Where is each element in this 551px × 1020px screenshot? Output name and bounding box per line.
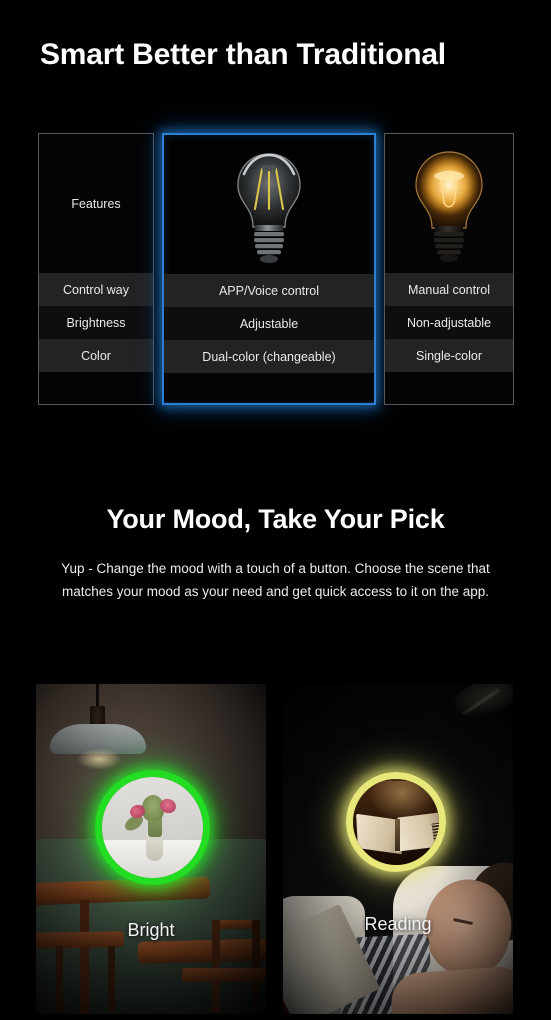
smart-cell-control-way: APP/Voice control [164,274,374,307]
scene-label-reading: Reading [364,914,432,934]
traditional-cell-color: Single-color [385,339,513,372]
comparison-column-smart-bulb[interactable]: APP/Voice control Adjustable Dual-color … [162,133,376,405]
flowers-in-vase-thumbnail [102,777,203,878]
row-label-color: Color [39,339,153,372]
compare-section-heading: Smart Better than Traditional [40,38,446,71]
product-detail-page: Smart Better than Traditional Features C… [0,0,551,1020]
scene-card-bright[interactable]: Bright [36,684,266,1014]
reading-scene-ring[interactable] [346,772,446,872]
traditional-cell-brightness: Non-adjustable [385,306,513,339]
incandescent-bulb-icon [404,145,494,263]
comparison-column-features: Features Control way Brightness Color [38,133,154,405]
row-label-control-way: Control way [39,273,153,306]
smart-cell-brightness: Adjustable [164,307,374,340]
row-label-brightness: Brightness [39,306,153,339]
bright-scene-ring[interactable] [95,770,210,885]
smart-column-footer [164,373,374,401]
comparison-table: Features Control way Brightness Color AP… [38,133,514,405]
features-column-title: Features [71,196,121,211]
features-column-footer [39,372,153,400]
traditional-column-footer [385,372,513,400]
comparison-column-traditional-bulb[interactable]: Manual control Non-adjustable Single-col… [384,133,514,405]
mood-section-description: Yup - Change the mood with a touch of a … [61,561,490,600]
smart-led-filament-bulb-icon [224,146,314,264]
mood-section-heading: Your Mood, Take Your Pick [106,504,445,534]
open-book-thumbnail [353,779,439,865]
traditional-bulb-media [385,134,513,273]
scene-label-bright: Bright [127,920,175,940]
traditional-cell-control-way: Manual control [385,273,513,306]
scene-card-reading[interactable]: Reading [283,684,513,1014]
smart-bulb-media [164,135,374,274]
smart-cell-color: Dual-color (changeable) [164,340,374,373]
